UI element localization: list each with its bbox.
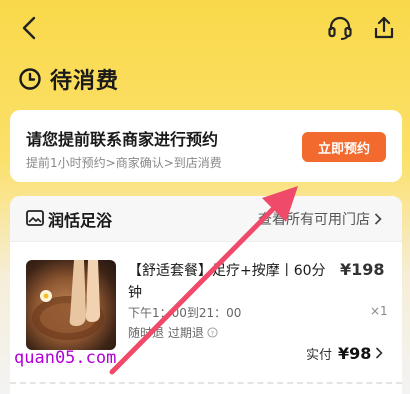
foot-bath-illustration [32, 260, 104, 340]
chevron-right-icon [376, 347, 384, 359]
store-icon [26, 210, 44, 226]
share-button[interactable] [370, 14, 398, 42]
view-all-stores-link[interactable]: 查看所有可用门店 [258, 209, 382, 229]
info-icon[interactable]: ? [207, 327, 218, 338]
refund-policy: 随时退 过期退 ? [128, 324, 218, 341]
chevron-right-icon [374, 213, 382, 225]
headset-icon [328, 16, 352, 40]
quantity: ×1 [370, 304, 388, 318]
top-navigation-bar [0, 0, 410, 56]
paid-label: 实付 [306, 348, 333, 363]
watermark: quan05.com [14, 348, 117, 368]
service-hours: 下午1：00到21：00 [128, 306, 242, 320]
store-name: 润恬足浴 [48, 211, 113, 230]
svg-text:?: ? [211, 329, 214, 337]
refund-policy-label: 随时退 过期退 [128, 326, 204, 340]
back-button[interactable] [16, 14, 44, 42]
booking-reminder-card: 请您提前联系商家进行预约 提前1小时预约>商家确认>到店消费 立即预约 [10, 110, 402, 182]
book-now-button[interactable]: 立即预约 [302, 132, 386, 162]
product-title: 【舒适套餐】足疗+按摩丨60分钟 [128, 263, 326, 301]
page-title: 待消费 [50, 69, 120, 94]
booking-steps: 提前1小时预约>商家确认>到店消费 [26, 156, 222, 170]
view-all-stores-label: 查看所有可用门店 [258, 212, 370, 228]
clock-icon [19, 68, 41, 90]
store-header[interactable]: 润恬足浴 查看所有可用门店 [10, 196, 402, 242]
original-price: ¥198 [340, 260, 385, 279]
share-icon [374, 16, 394, 39]
paid-amount[interactable]: 实付 ¥98 [306, 344, 384, 363]
divider [10, 382, 402, 384]
customer-service-button[interactable] [326, 14, 354, 42]
booking-title: 请您提前联系商家进行预约 [26, 130, 219, 149]
order-status: 待消费 [18, 64, 119, 94]
paid-value: ¥98 [338, 344, 372, 363]
back-icon [22, 16, 36, 40]
product-image[interactable] [26, 260, 116, 350]
